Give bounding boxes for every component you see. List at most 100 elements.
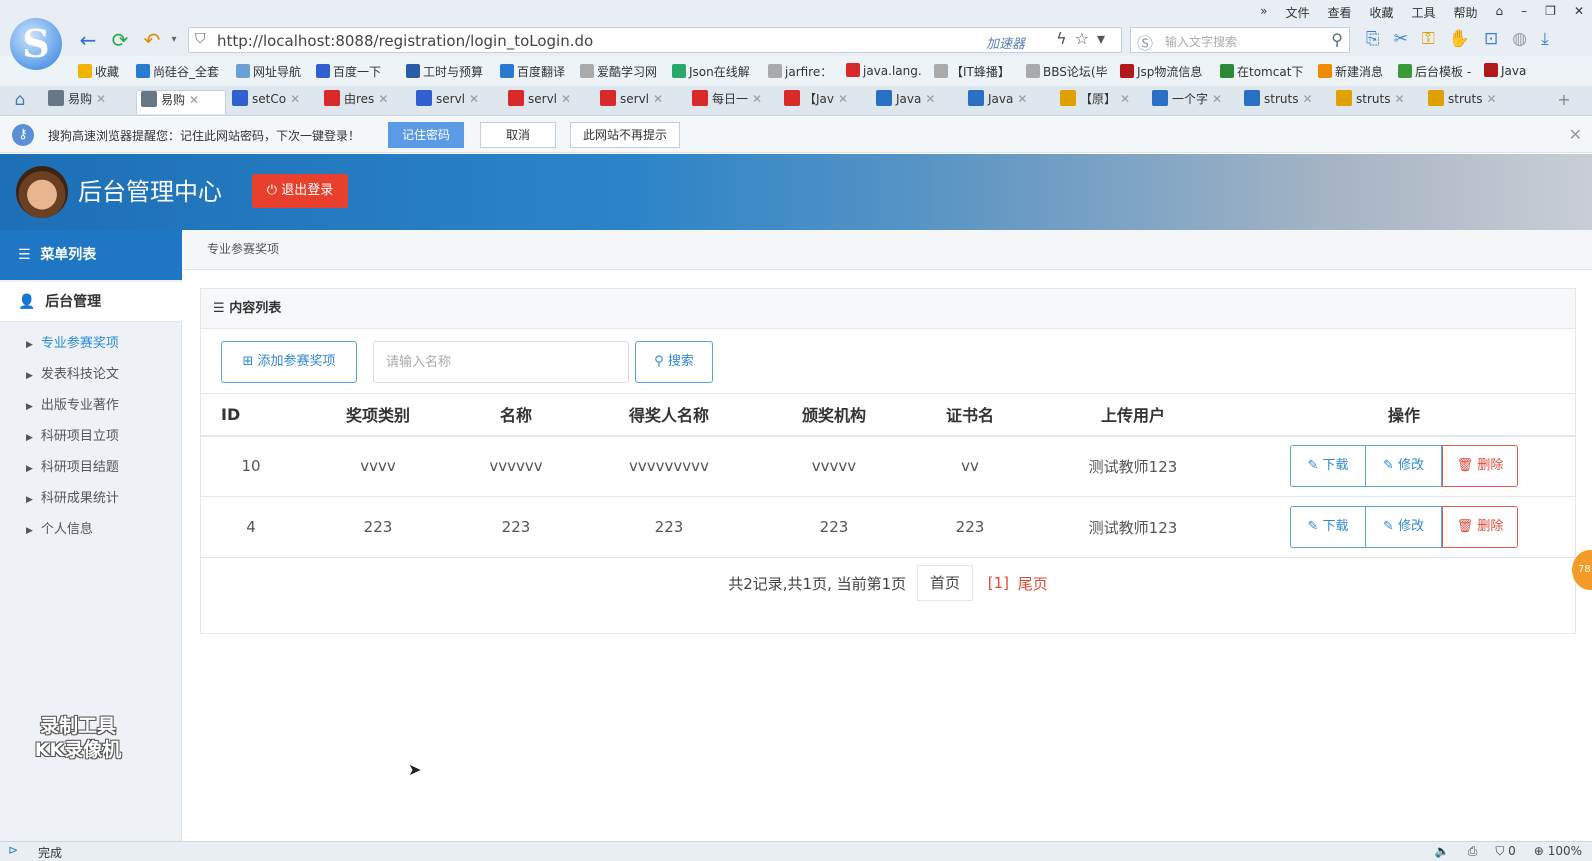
browser-tab[interactable]: 每日一 ✕ — [688, 90, 778, 114]
sidebar-toggle-icon[interactable]: ⊳ — [8, 843, 18, 857]
bookmark-item[interactable]: 网址导航 — [236, 63, 301, 80]
browser-tab[interactable]: servl ✕ — [596, 90, 686, 114]
browser-tab[interactable]: servl ✕ — [504, 90, 594, 114]
download-button[interactable]: ✎ 下载 — [1290, 445, 1366, 488]
menu-help[interactable]: 帮助 — [1454, 4, 1478, 21]
breadcrumb[interactable]: 专业参赛奖项 — [207, 240, 279, 257]
edit-button[interactable]: ✎ 修改 — [1366, 506, 1442, 548]
refresh-icon[interactable]: ⟳ — [108, 28, 132, 52]
search-icon[interactable]: ⚲ — [1331, 30, 1343, 49]
dropdown-icon[interactable]: ▾ — [1097, 29, 1113, 48]
browser-tab[interactable]: struts ✕ — [1424, 90, 1514, 114]
tab-close-icon[interactable]: ✕ — [838, 92, 848, 106]
address-url[interactable]: http://localhost:8088/registration/login… — [217, 32, 593, 50]
bookmark-item[interactable]: 在tomcat下 — [1220, 63, 1303, 80]
tab-close-icon[interactable]: ✕ — [925, 92, 935, 106]
menu-more[interactable]: » — [1260, 4, 1267, 21]
sidebar-item[interactable]: ▶ 出版专业著作 — [26, 394, 119, 413]
cancel-button[interactable]: 取消 — [480, 122, 556, 148]
remember-password-button[interactable]: 记住密码 — [388, 122, 464, 148]
menu-tools[interactable]: 工具 — [1412, 4, 1436, 21]
back-arrow-icon[interactable]: ← — [76, 28, 100, 52]
download-button[interactable]: ✎ 下载 — [1290, 506, 1366, 548]
new-tab-icon[interactable]: + — [1552, 88, 1576, 112]
tab-close-icon[interactable]: ✕ — [561, 92, 571, 106]
close-icon[interactable]: ✕ — [1569, 125, 1582, 144]
bookmark-item[interactable]: Jsp物流信息 — [1120, 63, 1202, 80]
tab-close-icon[interactable]: ✕ — [1486, 92, 1496, 106]
browser-tab[interactable]: Java ✕ — [872, 90, 962, 114]
tab-close-icon[interactable]: ✕ — [1394, 92, 1404, 106]
current-page-link[interactable]: [1] — [988, 574, 1009, 592]
restore-icon[interactable]: ❐ — [1545, 4, 1556, 21]
delete-button[interactable]: 🗑 删除 — [1442, 506, 1518, 548]
bookmark-item[interactable]: 收藏 — [78, 63, 119, 80]
bookmark-item[interactable]: 新建消息 — [1318, 63, 1383, 80]
skin-icon[interactable]: ⌂ — [1496, 4, 1504, 21]
tab-close-icon[interactable]: ✕ — [752, 92, 762, 106]
bookmark-item[interactable]: java.lang. — [846, 63, 922, 78]
close-window-icon[interactable]: ✕ — [1574, 4, 1584, 21]
tab-close-icon[interactable]: ✕ — [1212, 92, 1222, 106]
search-input[interactable] — [373, 341, 629, 383]
tab-close-icon[interactable]: ✕ — [1017, 92, 1027, 106]
bookmark-item[interactable]: 后台模板 - — [1398, 63, 1471, 80]
delete-button[interactable]: 🗑 删除 — [1442, 445, 1518, 488]
tab-close-icon[interactable]: ✕ — [1120, 92, 1130, 106]
hand-icon[interactable]: ✋ — [1449, 29, 1470, 49]
key-icon[interactable]: ⚿ — [1422, 29, 1435, 49]
tab-close-icon[interactable]: ✕ — [96, 92, 106, 106]
scissors-icon[interactable]: ✂ — [1394, 29, 1408, 49]
bookmark-item[interactable]: jarfire： — [768, 63, 832, 80]
sidebar-item[interactable]: ▶ 专业参赛奖项 — [26, 332, 119, 351]
logout-button[interactable]: ⏻ 退出登录 — [252, 174, 348, 208]
browser-tab[interactable]: struts ✕ — [1240, 90, 1330, 114]
browser-tab[interactable]: 由res ✕ — [320, 90, 410, 114]
sidebar-item[interactable]: ▶ 发表科技论文 — [26, 363, 119, 382]
bookmark-item[interactable]: 尚硅谷_全套 — [136, 63, 219, 80]
last-page-button[interactable]: 尾页 — [1018, 573, 1048, 594]
adblock-counter[interactable]: ⛉ 0 — [1495, 844, 1515, 859]
menu-favorites[interactable]: 收藏 — [1370, 4, 1394, 21]
screenshot-icon[interactable]: ⊡ — [1484, 29, 1498, 49]
printer-icon[interactable]: ⎙ — [1468, 844, 1478, 859]
browser-tab[interactable]: Java ✕ — [964, 90, 1054, 114]
sidebar-item[interactable]: ▶ 科研成果统计 — [26, 487, 119, 506]
browser-tab[interactable]: 【原】 ✕ — [1056, 90, 1146, 114]
download-icon[interactable]: ⤓ — [1541, 29, 1549, 49]
tab-close-icon[interactable]: ✕ — [189, 93, 199, 107]
globe-icon[interactable]: ◍ — [1512, 29, 1527, 49]
tab-close-icon[interactable]: ✕ — [653, 92, 663, 106]
accelerator-label[interactable]: 加速器 — [986, 33, 1025, 52]
bookmark-item[interactable]: 百度翻译 — [500, 63, 565, 80]
lightning-icon[interactable]: ϟ — [1056, 29, 1075, 48]
browser-tab[interactable]: struts ✕ — [1332, 90, 1422, 114]
star-icon[interactable]: ☆ — [1075, 29, 1097, 48]
bookmark-item[interactable]: 【IT蜂播】 — [934, 63, 1010, 80]
bookmark-item[interactable]: Java — [1484, 63, 1526, 78]
edit-button[interactable]: ✎ 修改 — [1366, 445, 1442, 488]
home-icon[interactable]: ⌂ — [8, 88, 32, 112]
sidebar-item[interactable]: ▶ 科研项目结题 — [26, 456, 119, 475]
minimize-icon[interactable]: – — [1521, 4, 1527, 21]
bookmark-item[interactable]: 百度一下 — [316, 63, 381, 80]
tab-close-icon[interactable]: ✕ — [378, 92, 388, 106]
first-page-button[interactable]: 首页 — [916, 565, 973, 601]
bookmark-item[interactable]: 爱酷学习网 — [580, 63, 657, 80]
add-award-button[interactable]: ⊞ 添加参赛奖项 — [221, 341, 357, 383]
browser-tab[interactable]: 【Jav ✕ — [780, 90, 870, 114]
tab-close-icon[interactable]: ✕ — [1302, 92, 1312, 106]
sidebar-group[interactable]: 👤 后台管理 — [0, 282, 182, 322]
browser-tab[interactable]: setCo ✕ — [228, 90, 318, 114]
bookmark-item[interactable]: Json在线解 — [672, 63, 750, 80]
zoom-level[interactable]: ⊕ 100% — [1534, 844, 1582, 859]
search-button[interactable]: ⚲ 搜索 — [635, 341, 713, 383]
undo-icon[interactable]: ↶ — [140, 28, 164, 52]
sidebar-item[interactable]: ▶ 个人信息 — [26, 518, 93, 537]
browser-tab[interactable]: 易购 ✕ — [44, 90, 134, 114]
never-remind-button[interactable]: 此网站不再提示 — [570, 122, 680, 148]
share-icon[interactable]: ⎘ — [1366, 29, 1380, 49]
browser-tab[interactable]: 一个字 ✕ — [1148, 90, 1238, 114]
speaker-icon[interactable]: 🔈 — [1435, 844, 1450, 859]
bookmark-item[interactable]: 工时与预算 — [406, 63, 483, 80]
